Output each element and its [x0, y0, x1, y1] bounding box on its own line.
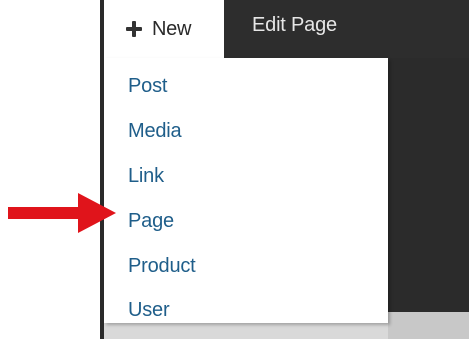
menu-item-media[interactable]: Media — [128, 119, 182, 143]
plus-icon — [126, 21, 142, 37]
menu-item-product[interactable]: Product — [128, 254, 196, 278]
menu-item-user[interactable]: User — [128, 298, 170, 322]
left-background — [0, 0, 100, 339]
new-label: New — [152, 17, 192, 40]
edit-page-link[interactable]: Edit Page — [252, 14, 337, 37]
new-dropdown-menu: Post Media Link Page Product User — [104, 58, 388, 323]
new-menu-button[interactable]: New — [104, 0, 224, 58]
menu-item-page[interactable]: Page — [128, 209, 174, 233]
red-arrow-icon — [8, 193, 116, 233]
menu-item-post[interactable]: Post — [128, 74, 167, 98]
menu-item-link[interactable]: Link — [128, 164, 164, 188]
page-content-area — [388, 58, 469, 312]
